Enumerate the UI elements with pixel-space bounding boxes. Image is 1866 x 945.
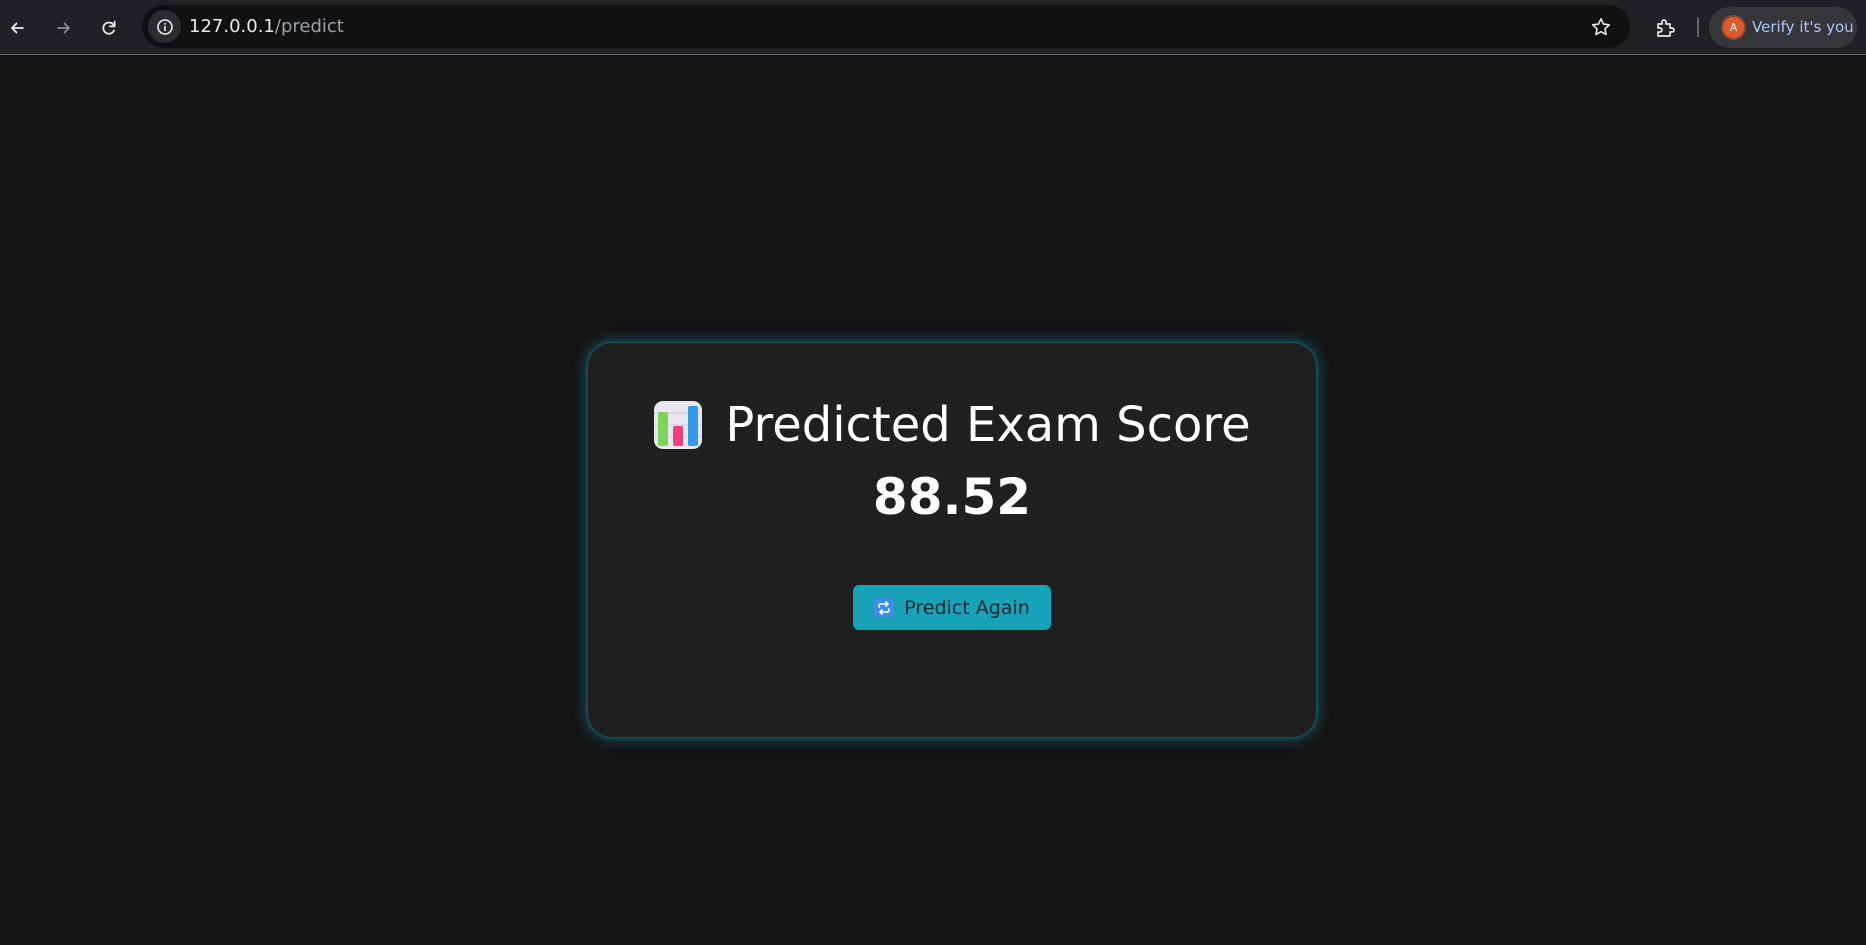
page-viewport: Predicted Exam Score 88.52 Predict Again (0, 55, 1866, 945)
puzzle-icon (1657, 19, 1675, 37)
title-row: Predicted Exam Score (588, 395, 1316, 455)
predict-again-button[interactable]: Predict Again (853, 585, 1051, 630)
profile-button[interactable]: A Verify it's you (1709, 7, 1857, 48)
address-bar[interactable]: 127.0.0.1/predict (142, 5, 1630, 48)
reload-icon (102, 20, 116, 35)
predicted-score: 88.52 (872, 468, 1032, 526)
url-path: /predict (274, 16, 344, 37)
extensions-button[interactable] (1646, 9, 1684, 47)
bar-chart-emoji-icon (654, 401, 703, 449)
forward-button[interactable] (45, 9, 83, 47)
star-icon (1591, 18, 1611, 36)
toolbar-divider (1697, 17, 1699, 37)
url-text[interactable]: 127.0.0.1/predict (189, 16, 344, 38)
avatar: A (1723, 17, 1744, 38)
url-host: 127.0.0.1 (189, 16, 275, 37)
back-button[interactable] (0, 9, 36, 47)
back-arrow-icon (11, 22, 24, 34)
reload-button[interactable] (90, 9, 128, 47)
browser-toolbar: 127.0.0.1/predict A Verify it's you (0, 0, 1866, 55)
forward-arrow-icon (57, 22, 70, 34)
result-card: Predicted Exam Score 88.52 Predict Again (588, 343, 1316, 737)
predict-again-label: Predict Again (904, 596, 1030, 619)
info-icon (156, 18, 173, 35)
profile-label: Verify it's you (1752, 18, 1854, 36)
page-title: Predicted Exam Score (725, 397, 1251, 453)
bookmark-button[interactable] (1588, 14, 1614, 40)
repeat-emoji-icon (874, 597, 895, 618)
site-info-button[interactable] (148, 10, 181, 43)
